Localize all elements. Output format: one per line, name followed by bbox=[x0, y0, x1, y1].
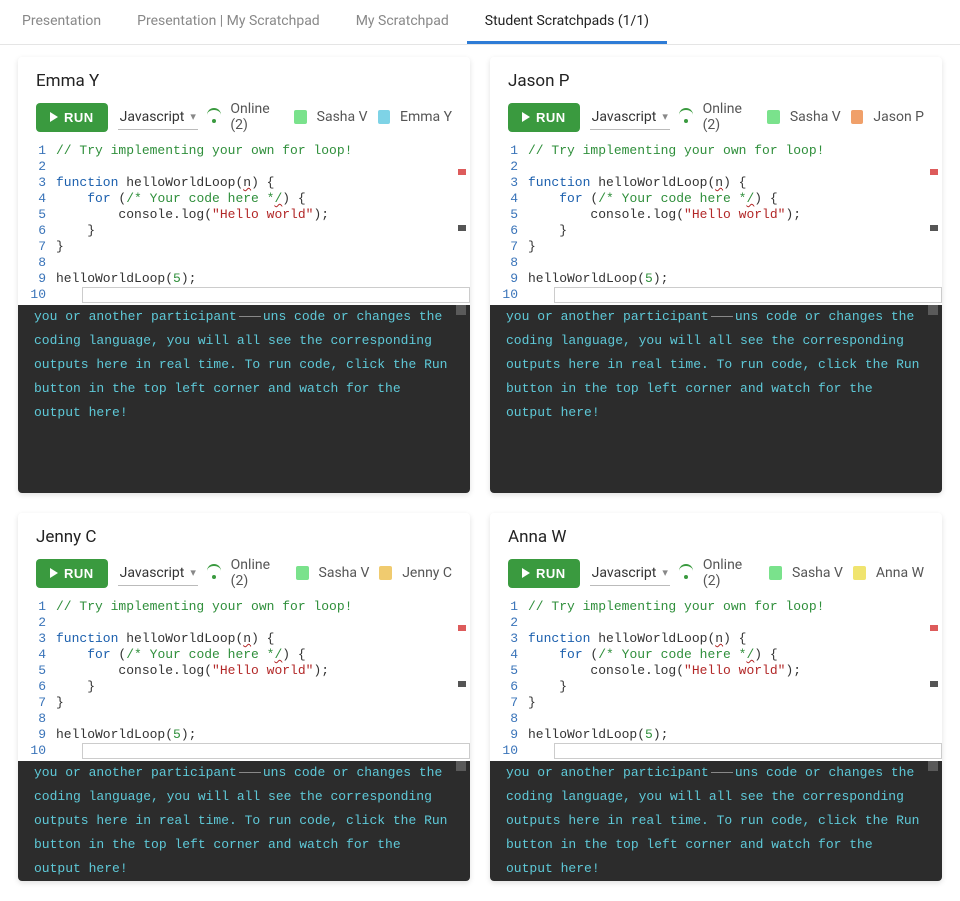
output-console[interactable]: you or another participantuns code or ch… bbox=[18, 305, 470, 493]
wifi-icon bbox=[208, 111, 220, 123]
line-gutter: 12345678910 bbox=[490, 597, 528, 761]
editor-toolbar: RUN Javascript ▾ Online (2) Sasha V Jenny C bbox=[18, 557, 470, 597]
tab-my-scratchpad[interactable]: My Scratchpad bbox=[338, 0, 467, 44]
wifi-icon bbox=[680, 111, 693, 123]
editor-toolbar: RUN Javascript ▾ Online (2) Sasha V Jason P bbox=[490, 101, 942, 141]
run-button[interactable]: RUN bbox=[36, 103, 108, 132]
run-button[interactable]: RUN bbox=[508, 103, 580, 132]
tab-bar: Presentation Presentation | My Scratchpa… bbox=[0, 0, 960, 45]
scrollbar-thumb[interactable] bbox=[928, 761, 938, 771]
user-swatch-teacher bbox=[769, 566, 782, 580]
code-area[interactable]: // Try implementing your own for loop! f… bbox=[56, 597, 470, 761]
tab-student-scratchpads[interactable]: Student Scratchpads (1/1) bbox=[467, 0, 667, 44]
teacher-name: Sasha V bbox=[790, 109, 841, 125]
play-icon bbox=[50, 112, 58, 122]
user-swatch-student bbox=[851, 110, 864, 124]
code-editor[interactable]: 12345678910// Try implementing your own … bbox=[490, 597, 942, 761]
teacher-name: Sasha V bbox=[792, 565, 843, 581]
student-name-toolbar: Emma Y bbox=[400, 109, 452, 125]
chevron-down-icon: ▾ bbox=[190, 566, 196, 579]
chevron-down-icon: ▾ bbox=[662, 566, 668, 579]
line-gutter: 12345678910 bbox=[18, 597, 56, 761]
run-label: RUN bbox=[536, 110, 566, 125]
tab-presentation[interactable]: Presentation bbox=[4, 0, 119, 44]
teacher-name: Sasha V bbox=[317, 109, 368, 125]
wifi-icon bbox=[208, 567, 221, 579]
language-select[interactable]: Javascript ▾ bbox=[590, 561, 670, 586]
scratchpad-card: Jenny C RUN Javascript ▾ Online (2) Sasha V Je… bbox=[18, 513, 470, 881]
scratchpad-card: Jason P RUN Javascript ▾ Online (2) Sasha V Ja… bbox=[490, 57, 942, 493]
student-name: Jenny C bbox=[18, 513, 470, 557]
language-label: Javascript bbox=[120, 565, 185, 581]
language-label: Javascript bbox=[592, 565, 657, 581]
scrollbar-thumb[interactable] bbox=[456, 305, 466, 315]
scratchpad-card: Anna W RUN Javascript ▾ Online (2) Sasha V Ann… bbox=[490, 513, 942, 881]
code-editor[interactable]: 12345678910// Try implementing your own … bbox=[490, 141, 942, 305]
scratchpad-grid: Emma Y RUN Javascript ▾ Online (2) Sasha V Emm… bbox=[0, 45, 960, 901]
code-area[interactable]: // Try implementing your own for loop! f… bbox=[528, 597, 942, 761]
student-name: Emma Y bbox=[18, 57, 470, 101]
output-console[interactable]: you or another participantuns code or ch… bbox=[18, 761, 470, 881]
user-swatch-teacher bbox=[294, 110, 306, 124]
play-icon bbox=[522, 112, 530, 122]
scrollbar-thumb[interactable] bbox=[928, 305, 938, 315]
user-swatch-student bbox=[853, 566, 866, 580]
wifi-icon bbox=[680, 567, 693, 579]
output-console[interactable]: you or another participantuns code or ch… bbox=[490, 305, 942, 493]
code-area[interactable]: // Try implementing your own for loop! f… bbox=[56, 141, 470, 305]
user-swatch-teacher bbox=[767, 110, 780, 124]
run-label: RUN bbox=[64, 110, 94, 125]
student-name-toolbar: Jenny C bbox=[402, 565, 452, 581]
play-icon bbox=[50, 568, 58, 578]
online-count: Online (2) bbox=[230, 101, 284, 133]
online-count: Online (2) bbox=[231, 557, 286, 589]
play-icon bbox=[522, 568, 530, 578]
run-button[interactable]: RUN bbox=[36, 559, 108, 588]
run-label: RUN bbox=[536, 566, 566, 581]
code-editor[interactable]: 12345678910// Try implementing your own … bbox=[18, 141, 470, 305]
code-area[interactable]: // Try implementing your own for loop! f… bbox=[528, 141, 942, 305]
language-label: Javascript bbox=[120, 109, 185, 125]
online-count: Online (2) bbox=[703, 557, 759, 589]
output-console[interactable]: you or another participantuns code or ch… bbox=[490, 761, 942, 881]
line-gutter: 12345678910 bbox=[490, 141, 528, 305]
chevron-down-icon: ▾ bbox=[662, 110, 668, 123]
language-select[interactable]: Javascript ▾ bbox=[118, 105, 198, 130]
code-editor[interactable]: 12345678910// Try implementing your own … bbox=[18, 597, 470, 761]
language-select[interactable]: Javascript ▾ bbox=[118, 561, 198, 586]
student-name-toolbar: Jason P bbox=[873, 109, 924, 125]
editor-toolbar: RUN Javascript ▾ Online (2) Sasha V Emma Y bbox=[18, 101, 470, 141]
editor-toolbar: RUN Javascript ▾ Online (2) Sasha V Anna W bbox=[490, 557, 942, 597]
line-gutter: 12345678910 bbox=[18, 141, 56, 305]
tab-presentation-my-scratchpad[interactable]: Presentation | My Scratchpad bbox=[119, 0, 338, 44]
language-label: Javascript bbox=[592, 109, 657, 125]
chevron-down-icon: ▾ bbox=[190, 110, 196, 123]
user-swatch-student bbox=[379, 566, 392, 580]
scrollbar-thumb[interactable] bbox=[456, 761, 466, 771]
teacher-name: Sasha V bbox=[319, 565, 370, 581]
student-name-toolbar: Anna W bbox=[876, 565, 924, 581]
student-name: Anna W bbox=[490, 513, 942, 557]
online-count: Online (2) bbox=[703, 101, 758, 133]
run-button[interactable]: RUN bbox=[508, 559, 580, 588]
language-select[interactable]: Javascript ▾ bbox=[590, 105, 670, 130]
user-swatch-teacher bbox=[296, 566, 309, 580]
student-name: Jason P bbox=[490, 57, 942, 101]
user-swatch-student bbox=[378, 110, 390, 124]
scratchpad-card: Emma Y RUN Javascript ▾ Online (2) Sasha V Emm… bbox=[18, 57, 470, 493]
run-label: RUN bbox=[64, 566, 94, 581]
